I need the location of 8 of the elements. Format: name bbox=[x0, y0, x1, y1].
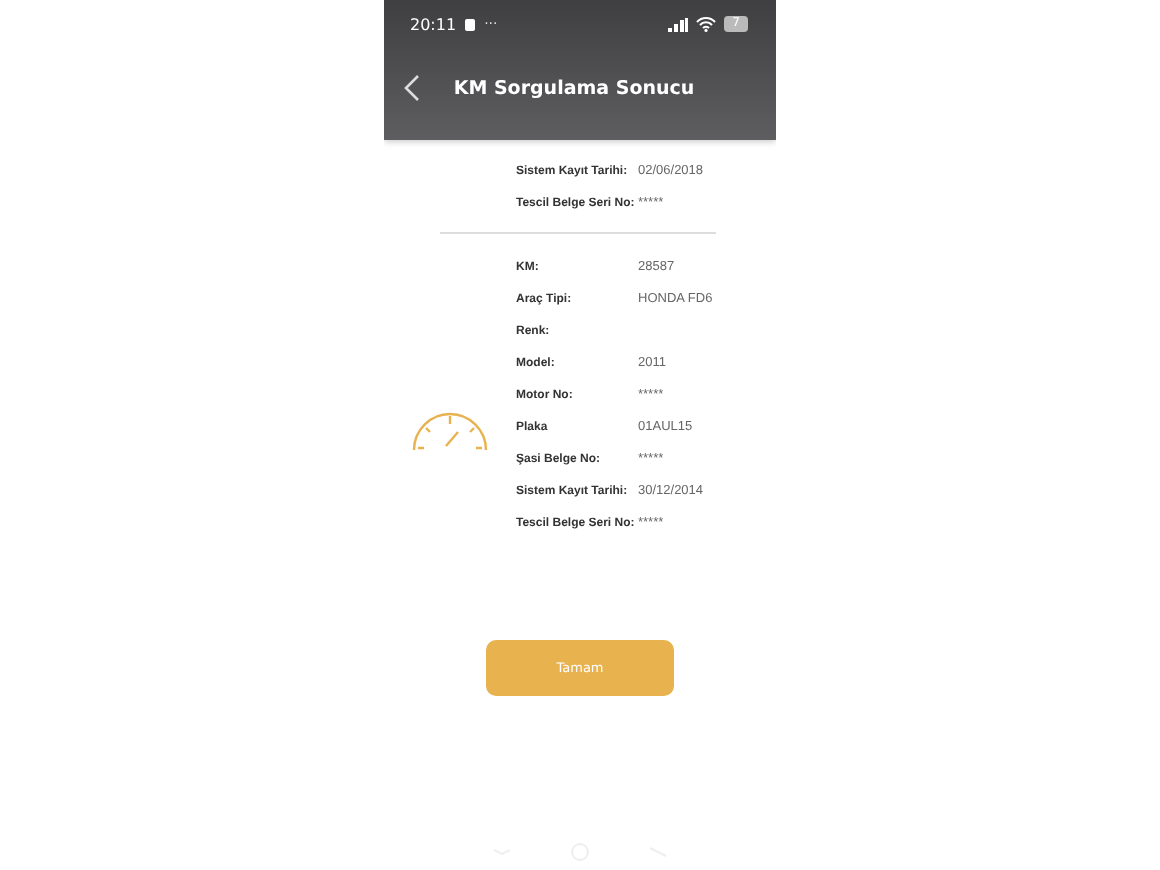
wifi-icon bbox=[696, 16, 717, 32]
signal-icon bbox=[668, 17, 689, 31]
back-icon bbox=[404, 74, 420, 102]
screen-title: KM Sorgulama Sonucu bbox=[451, 77, 697, 99]
back-button[interactable] bbox=[400, 70, 424, 106]
clock: 20:11 bbox=[410, 15, 457, 33]
sim-icon bbox=[464, 17, 477, 31]
speedometer-icon bbox=[410, 409, 490, 453]
